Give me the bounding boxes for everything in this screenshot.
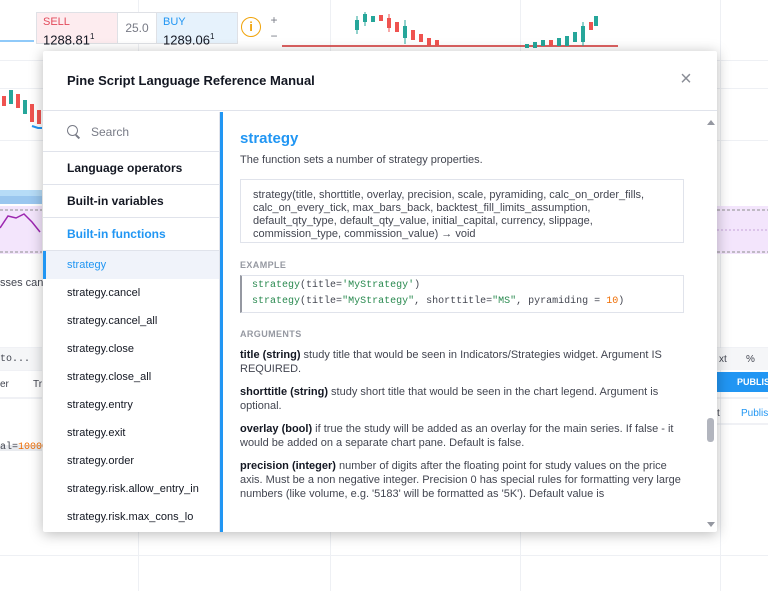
function-item[interactable]: strategy.exit	[43, 419, 219, 447]
argument-name: title (string)	[240, 349, 301, 361]
code-token: =	[588, 296, 607, 307]
scroll-thumb[interactable]	[707, 418, 714, 442]
search-input[interactable]	[91, 124, 201, 139]
candles-top	[355, 12, 598, 48]
argument-item: title (string) study title that would be…	[240, 348, 684, 376]
publish-link[interactable]: Publis	[741, 408, 768, 419]
function-item[interactable]: strategy.cancel_all	[43, 307, 219, 335]
reference-manual-dialog: Pine Script Language Reference Manual × …	[43, 51, 717, 532]
argument-item: shorttitle (string) study short title th…	[240, 385, 684, 413]
function-item[interactable]: strategy.entry	[43, 391, 219, 419]
argument-item: overlay (bool) if true the study will be…	[240, 422, 684, 450]
background-tab[interactable]: %	[746, 354, 755, 365]
background-tab[interactable]: to...	[0, 354, 30, 365]
code-token: title	[306, 296, 337, 307]
code-token: strategy	[252, 296, 301, 307]
search-icon	[67, 124, 81, 139]
function-item[interactable]: strategy.close_all	[43, 363, 219, 391]
candles-left	[2, 90, 42, 129]
code-prefix: al=	[0, 442, 19, 453]
code-token: "MS"	[492, 296, 517, 307]
sell-label: SELL	[43, 16, 70, 28]
scroll-up-icon[interactable]	[707, 120, 715, 125]
info-icon[interactable]: i	[241, 17, 261, 37]
example-heading: EXAMPLE	[240, 260, 287, 270]
volume-bars	[0, 190, 42, 204]
function-item[interactable]: strategy.risk.max_cons_lo	[43, 503, 219, 531]
example-line: strategy(title='MyStrategy')	[252, 278, 673, 294]
code-token: ,	[516, 296, 529, 307]
background-tab[interactable]: Tr	[33, 379, 42, 390]
sell-price-sup: 1	[90, 32, 95, 41]
publish-button[interactable]: PUBLIS	[717, 372, 768, 392]
code-token: pyramiding	[528, 296, 589, 307]
argument-item: precision (integer) number of digits aft…	[240, 459, 684, 501]
argument-name: overlay (bool)	[240, 423, 313, 435]
code-token: title	[306, 280, 337, 291]
buy-price-sup: 1	[210, 32, 215, 41]
reference-content: strategy The function sets a number of s…	[220, 112, 704, 532]
code-token: )	[414, 280, 421, 291]
code-token: "MyStrategy"	[342, 296, 415, 307]
background-tab[interactable]: er	[0, 379, 9, 390]
function-item[interactable]: strategy.close	[43, 335, 219, 363]
example-code: strategy(title='MyStrategy') strategy(ti…	[240, 275, 684, 313]
background-text: t	[717, 408, 720, 419]
background-tab[interactable]: xt	[719, 354, 727, 365]
example-line: strategy(title="MyStrategy", shorttitle=…	[252, 294, 673, 310]
section-built-in-functions[interactable]: Built-in functions	[43, 218, 219, 251]
argument-name: shorttitle (string)	[240, 386, 328, 398]
code-token: shorttitle	[426, 296, 487, 307]
sell-price: 1288.81	[43, 32, 90, 48]
function-item-strategy[interactable]: strategy	[43, 251, 219, 279]
reference-sidebar: Language operators Built-in variables Bu…	[43, 112, 220, 532]
argument-name: precision (integer)	[240, 460, 336, 472]
content-scrollbar[interactable]	[704, 112, 717, 532]
dialog-title: Pine Script Language Reference Manual	[67, 73, 315, 88]
buy-label: BUY	[163, 16, 186, 28]
code-token: ,	[414, 296, 427, 307]
buy-price: 1289.06	[163, 32, 210, 48]
function-signature: strategy(title, shorttitle, overlay, pre…	[240, 179, 684, 243]
zoom-out-button[interactable]: −	[266, 29, 282, 45]
code-token: strategy	[252, 280, 301, 291]
code-token: 10	[606, 296, 619, 307]
close-icon[interactable]: ×	[677, 69, 695, 89]
buy-button[interactable]: BUY 1289.061	[157, 13, 237, 46]
trade-panel: SELL 1288.811 25.0 BUY 1289.061	[36, 12, 238, 46]
zoom-in-button[interactable]: +	[266, 13, 282, 29]
argument-text: study title that would be seen in Indica…	[240, 349, 662, 375]
dialog-header: Pine Script Language Reference Manual ×	[43, 51, 717, 111]
section-built-in-variables[interactable]: Built-in variables	[43, 185, 219, 218]
search-box[interactable]	[43, 112, 219, 152]
function-item[interactable]: strategy.cancel	[43, 279, 219, 307]
function-item[interactable]: strategy.risk.allow_entry_in	[43, 475, 219, 503]
function-item[interactable]: strategy.order	[43, 447, 219, 475]
arguments-heading: ARGUMENTS	[240, 329, 302, 339]
zoom-controls: + −	[266, 13, 282, 45]
function-description: The function sets a number of strategy p…	[240, 154, 483, 166]
sell-button[interactable]: SELL 1288.811	[37, 13, 117, 46]
scroll-down-icon[interactable]	[707, 522, 715, 527]
code-token: 'MyStrategy'	[342, 280, 415, 291]
spread-value: 25.0	[117, 13, 157, 43]
section-language-operators[interactable]: Language operators	[43, 152, 219, 185]
function-title: strategy	[240, 130, 299, 147]
code-token: )	[618, 296, 625, 307]
